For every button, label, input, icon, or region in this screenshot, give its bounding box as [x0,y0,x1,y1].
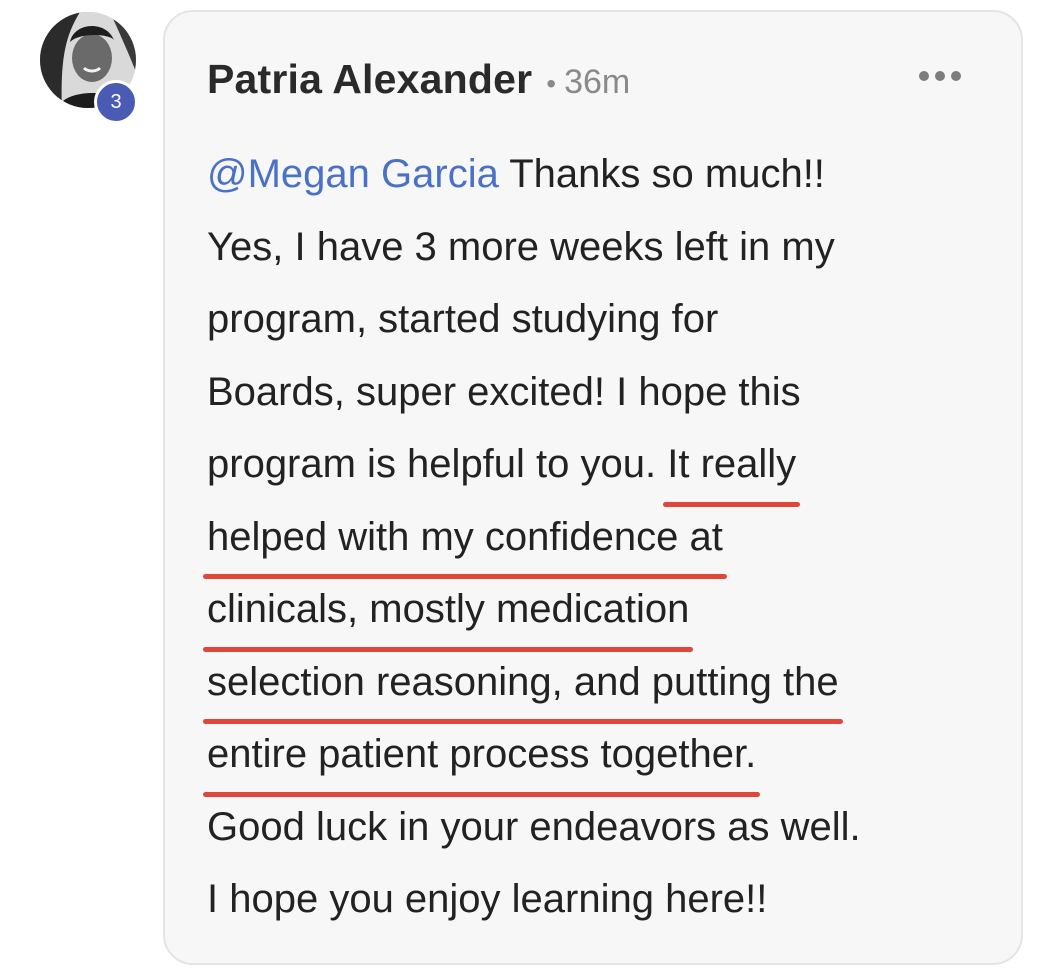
highlighted-text: It really [663,428,801,506]
comment-text: Thanks so much!! [498,152,825,196]
timestamp: 36m [564,63,631,101]
more-options-icon[interactable] [917,66,963,86]
comment-header: Patria Alexander • 36m [207,56,630,103]
comment-line: program, started studying for [207,297,719,341]
comment-line: @Megan Garcia Thanks so much!! [207,138,1007,211]
author-avatar-group[interactable]: 3 [40,12,138,124]
separator-dot: • [546,68,557,99]
comment-line: selection reasoning, and putting the [203,646,1007,724]
highlighted-text: clinicals, mostly medication [202,573,694,651]
highlighted-text: helped with my confidence at [203,501,727,579]
highlighted-text: selection reasoning, and putting the [203,646,843,724]
comment-line: I hope you enjoy learning here!! [207,877,768,921]
mention-link[interactable]: @Megan Garcia [207,152,499,196]
activity-count-badge[interactable]: 3 [94,80,138,124]
comment-body: @Megan Garcia Thanks so much!! Yes, I ha… [202,138,1007,936]
comment-line: helped with my confidence at [203,501,1007,579]
highlighted-text: entire patient process together. [202,718,761,796]
comment-line: program is helpful to you. It really [207,428,1007,506]
comment-card: Patria Alexander • 36m @Megan Garcia Tha… [163,10,1023,965]
comment-line: Good luck in your endeavors as well. [207,804,861,849]
comment-view: 3 Patria Alexander • 36m @Megan Garcia T… [0,0,1050,980]
comment-line: entire patient process together. [202,718,1007,796]
comment-text: program is helpful to you. [207,442,668,486]
comment-line: Boards, super excited! I hope this [207,369,801,414]
comment-line: Yes, I have 3 more weeks left in my [207,224,835,269]
comment-line: clinicals, mostly medication [202,573,1007,651]
author-name[interactable]: Patria Alexander [207,56,532,103]
